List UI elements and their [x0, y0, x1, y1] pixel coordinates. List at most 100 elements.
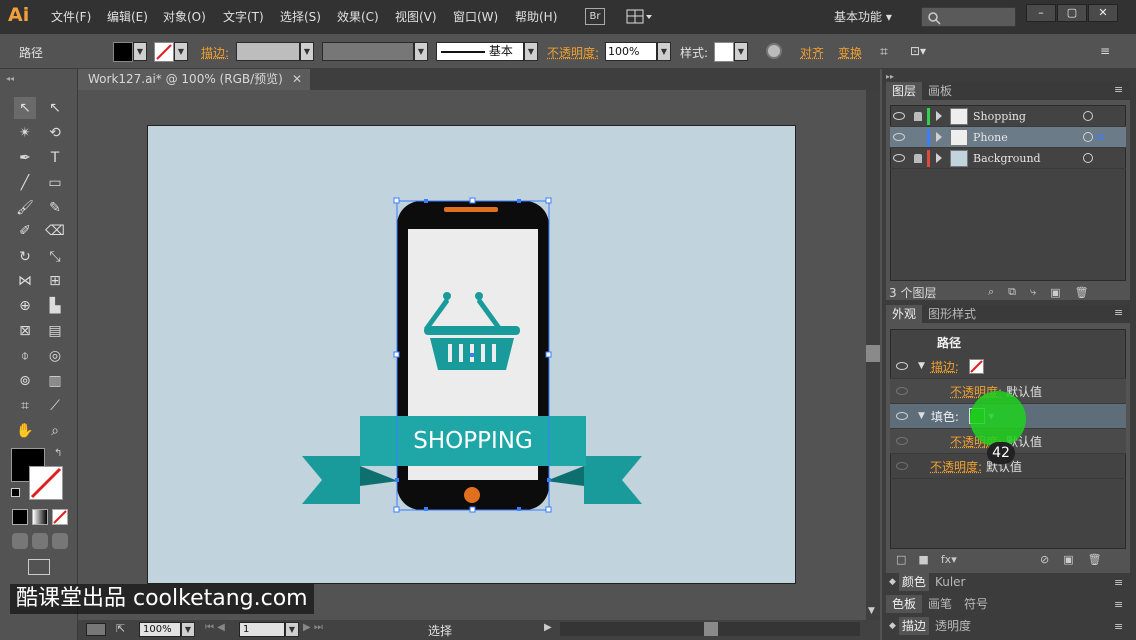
zoom-tool-icon[interactable]: ⌕ [44, 420, 66, 442]
fill-dropdown[interactable]: ▼ [133, 42, 147, 61]
visibility-eye-icon[interactable] [893, 154, 905, 162]
visibility-eye-icon[interactable] [896, 437, 908, 445]
layer-row-background[interactable]: Background [890, 148, 1126, 169]
expand-panel-icon[interactable]: ◆ [886, 577, 899, 587]
status-menu-arrow[interactable]: ▶ [544, 622, 552, 633]
stroke-panel-menu-icon[interactable]: ≡ [1114, 620, 1123, 633]
close-button[interactable]: ✕ [1088, 4, 1118, 22]
direct-selection-tool-icon[interactable]: ↖ [44, 97, 66, 119]
stroke-weight-dropdown[interactable]: ▼ [300, 42, 314, 61]
symbol-sprayer-tool-icon[interactable]: ⊚ [14, 370, 36, 392]
search-input[interactable] [921, 7, 1016, 27]
eraser-tool-icon[interactable]: ⌫ [44, 220, 66, 242]
close-tab-icon[interactable]: ✕ [292, 69, 302, 90]
tab-symbols[interactable]: 符号 [958, 595, 994, 613]
menu-type[interactable]: 文字(T) [223, 8, 264, 26]
layer-row-phone[interactable]: Phone [890, 127, 1126, 148]
add-effect-icon[interactable]: fx▾ [941, 553, 957, 566]
artboard[interactable]: SHOPPING [147, 125, 796, 584]
pencil-tool-icon[interactable]: ✎ [44, 197, 66, 219]
stroke-attribute-label[interactable]: 描边: [931, 358, 959, 375]
align-label[interactable]: 对齐 [800, 44, 824, 61]
shape-builder-tool-icon[interactable]: ⊕ [14, 295, 36, 317]
isolate-icon[interactable]: ⌗ [880, 44, 888, 60]
brush-definition[interactable]: 基本 [436, 42, 524, 61]
share-icon[interactable]: ⇱ [116, 622, 125, 635]
menu-select[interactable]: 选择(S) [280, 8, 321, 26]
perspective-grid-tool-icon[interactable]: ▙ [44, 295, 66, 317]
free-transform-tool-icon[interactable]: ⊞ [44, 270, 66, 292]
style-dropdown[interactable]: ▼ [734, 42, 748, 61]
menu-file[interactable]: 文件(F) [51, 8, 91, 26]
selection-indicator[interactable] [1097, 134, 1103, 140]
variable-width-profile[interactable] [322, 42, 414, 61]
tab-artboards[interactable]: 画板 [922, 82, 958, 100]
brush-dropdown[interactable]: ▼ [524, 42, 538, 61]
none-mode-icon[interactable] [52, 509, 68, 525]
rectangle-tool-icon[interactable]: ▭ [44, 172, 66, 194]
tab-color[interactable]: 颜色 [898, 573, 929, 591]
tab-stroke[interactable]: 描边 [898, 617, 929, 635]
fill-swatch[interactable] [113, 42, 133, 62]
recolor-artwork-icon[interactable] [766, 43, 782, 59]
rotate-tool-icon[interactable]: ↻ [14, 246, 36, 268]
eyedropper-tool-icon[interactable]: ⌽ [14, 345, 36, 367]
target-icon[interactable] [1083, 132, 1093, 142]
duplicate-item-icon[interactable]: ▣ [1063, 553, 1073, 566]
path-options-icon[interactable]: ⊡▾ [910, 44, 926, 58]
opacity-dropdown[interactable]: ▼ [657, 42, 671, 61]
panel-menu-icon[interactable]: ≡ [1100, 44, 1110, 58]
menu-object[interactable]: 对象(O) [163, 8, 206, 26]
arrange-documents-icon[interactable] [626, 9, 652, 25]
line-tool-icon[interactable]: ╱ [14, 172, 36, 194]
stroke-color-swatch[interactable] [29, 466, 63, 500]
visibility-eye-icon[interactable] [896, 387, 908, 395]
menu-help[interactable]: 帮助(H) [515, 8, 557, 26]
object-opacity-label[interactable]: 不透明度: [930, 458, 982, 475]
hand-tool-icon[interactable]: ✋ [14, 420, 36, 442]
menu-edit[interactable]: 编辑(E) [107, 8, 148, 26]
menu-view[interactable]: 视图(V) [395, 8, 437, 26]
next-page-icon[interactable]: ▶ ⏭ [303, 622, 323, 633]
expand-arrow-icon[interactable] [936, 153, 942, 163]
stroke-swatch[interactable] [154, 42, 174, 62]
zoom-dropdown[interactable]: ▼ [181, 622, 195, 637]
color-panel-menu-icon[interactable]: ≡ [1114, 576, 1123, 589]
paintbrush-tool-icon[interactable]: 🖌 [14, 197, 36, 219]
graphic-style-swatch[interactable] [714, 42, 734, 62]
type-tool-icon[interactable]: T [44, 147, 66, 169]
blend-tool-icon[interactable]: ◎ [44, 345, 66, 367]
swap-colors-icon[interactable]: ↰ [54, 448, 62, 459]
tab-kuler[interactable]: Kuler [929, 573, 972, 591]
screen-mode-icon[interactable] [28, 559, 50, 575]
maximize-button[interactable]: ▢ [1057, 4, 1087, 22]
document-tab[interactable]: Work127.ai* @ 100% (RGB/预览) ✕ [78, 69, 310, 90]
stroke-weight-input[interactable] [236, 42, 300, 61]
profile-dropdown[interactable]: ▼ [414, 42, 428, 61]
width-tool-icon[interactable]: ⋈ [14, 270, 36, 292]
delete-layer-icon[interactable]: 🗑 [1075, 286, 1089, 299]
target-icon[interactable] [1083, 111, 1093, 121]
lock-icon[interactable] [914, 153, 922, 163]
expand-arrow-icon[interactable] [936, 111, 942, 121]
selection-tool-icon[interactable]: ↖ [14, 97, 36, 119]
tab-appearance[interactable]: 外观 [886, 305, 923, 323]
page-dropdown[interactable]: ▼ [285, 622, 299, 637]
zoom-input[interactable]: 100% [139, 622, 181, 637]
dock-collapse-icon[interactable]: ▸▸ [886, 72, 894, 81]
tab-swatches[interactable]: 色板 [886, 595, 923, 613]
magic-wand-tool-icon[interactable]: ✴ [14, 122, 36, 144]
visibility-eye-icon[interactable] [893, 133, 905, 141]
artboard-tool-icon[interactable]: ⌗ [14, 395, 36, 417]
horizontal-scroll-thumb[interactable] [704, 622, 718, 636]
vertical-scroll-thumb[interactable] [866, 345, 880, 362]
stroke-dropdown[interactable]: ▼ [174, 42, 188, 61]
pen-tool-icon[interactable]: ✒ [14, 147, 36, 169]
status-icon[interactable] [86, 623, 106, 636]
column-graph-tool-icon[interactable]: ▥ [44, 370, 66, 392]
clear-appearance-icon[interactable]: ⊘ [1040, 553, 1049, 566]
tab-brushes[interactable]: 画笔 [922, 595, 958, 613]
visibility-eye-icon[interactable] [896, 412, 908, 420]
add-stroke-icon[interactable]: □ [896, 553, 906, 566]
stroke-none-swatch[interactable] [968, 358, 984, 374]
